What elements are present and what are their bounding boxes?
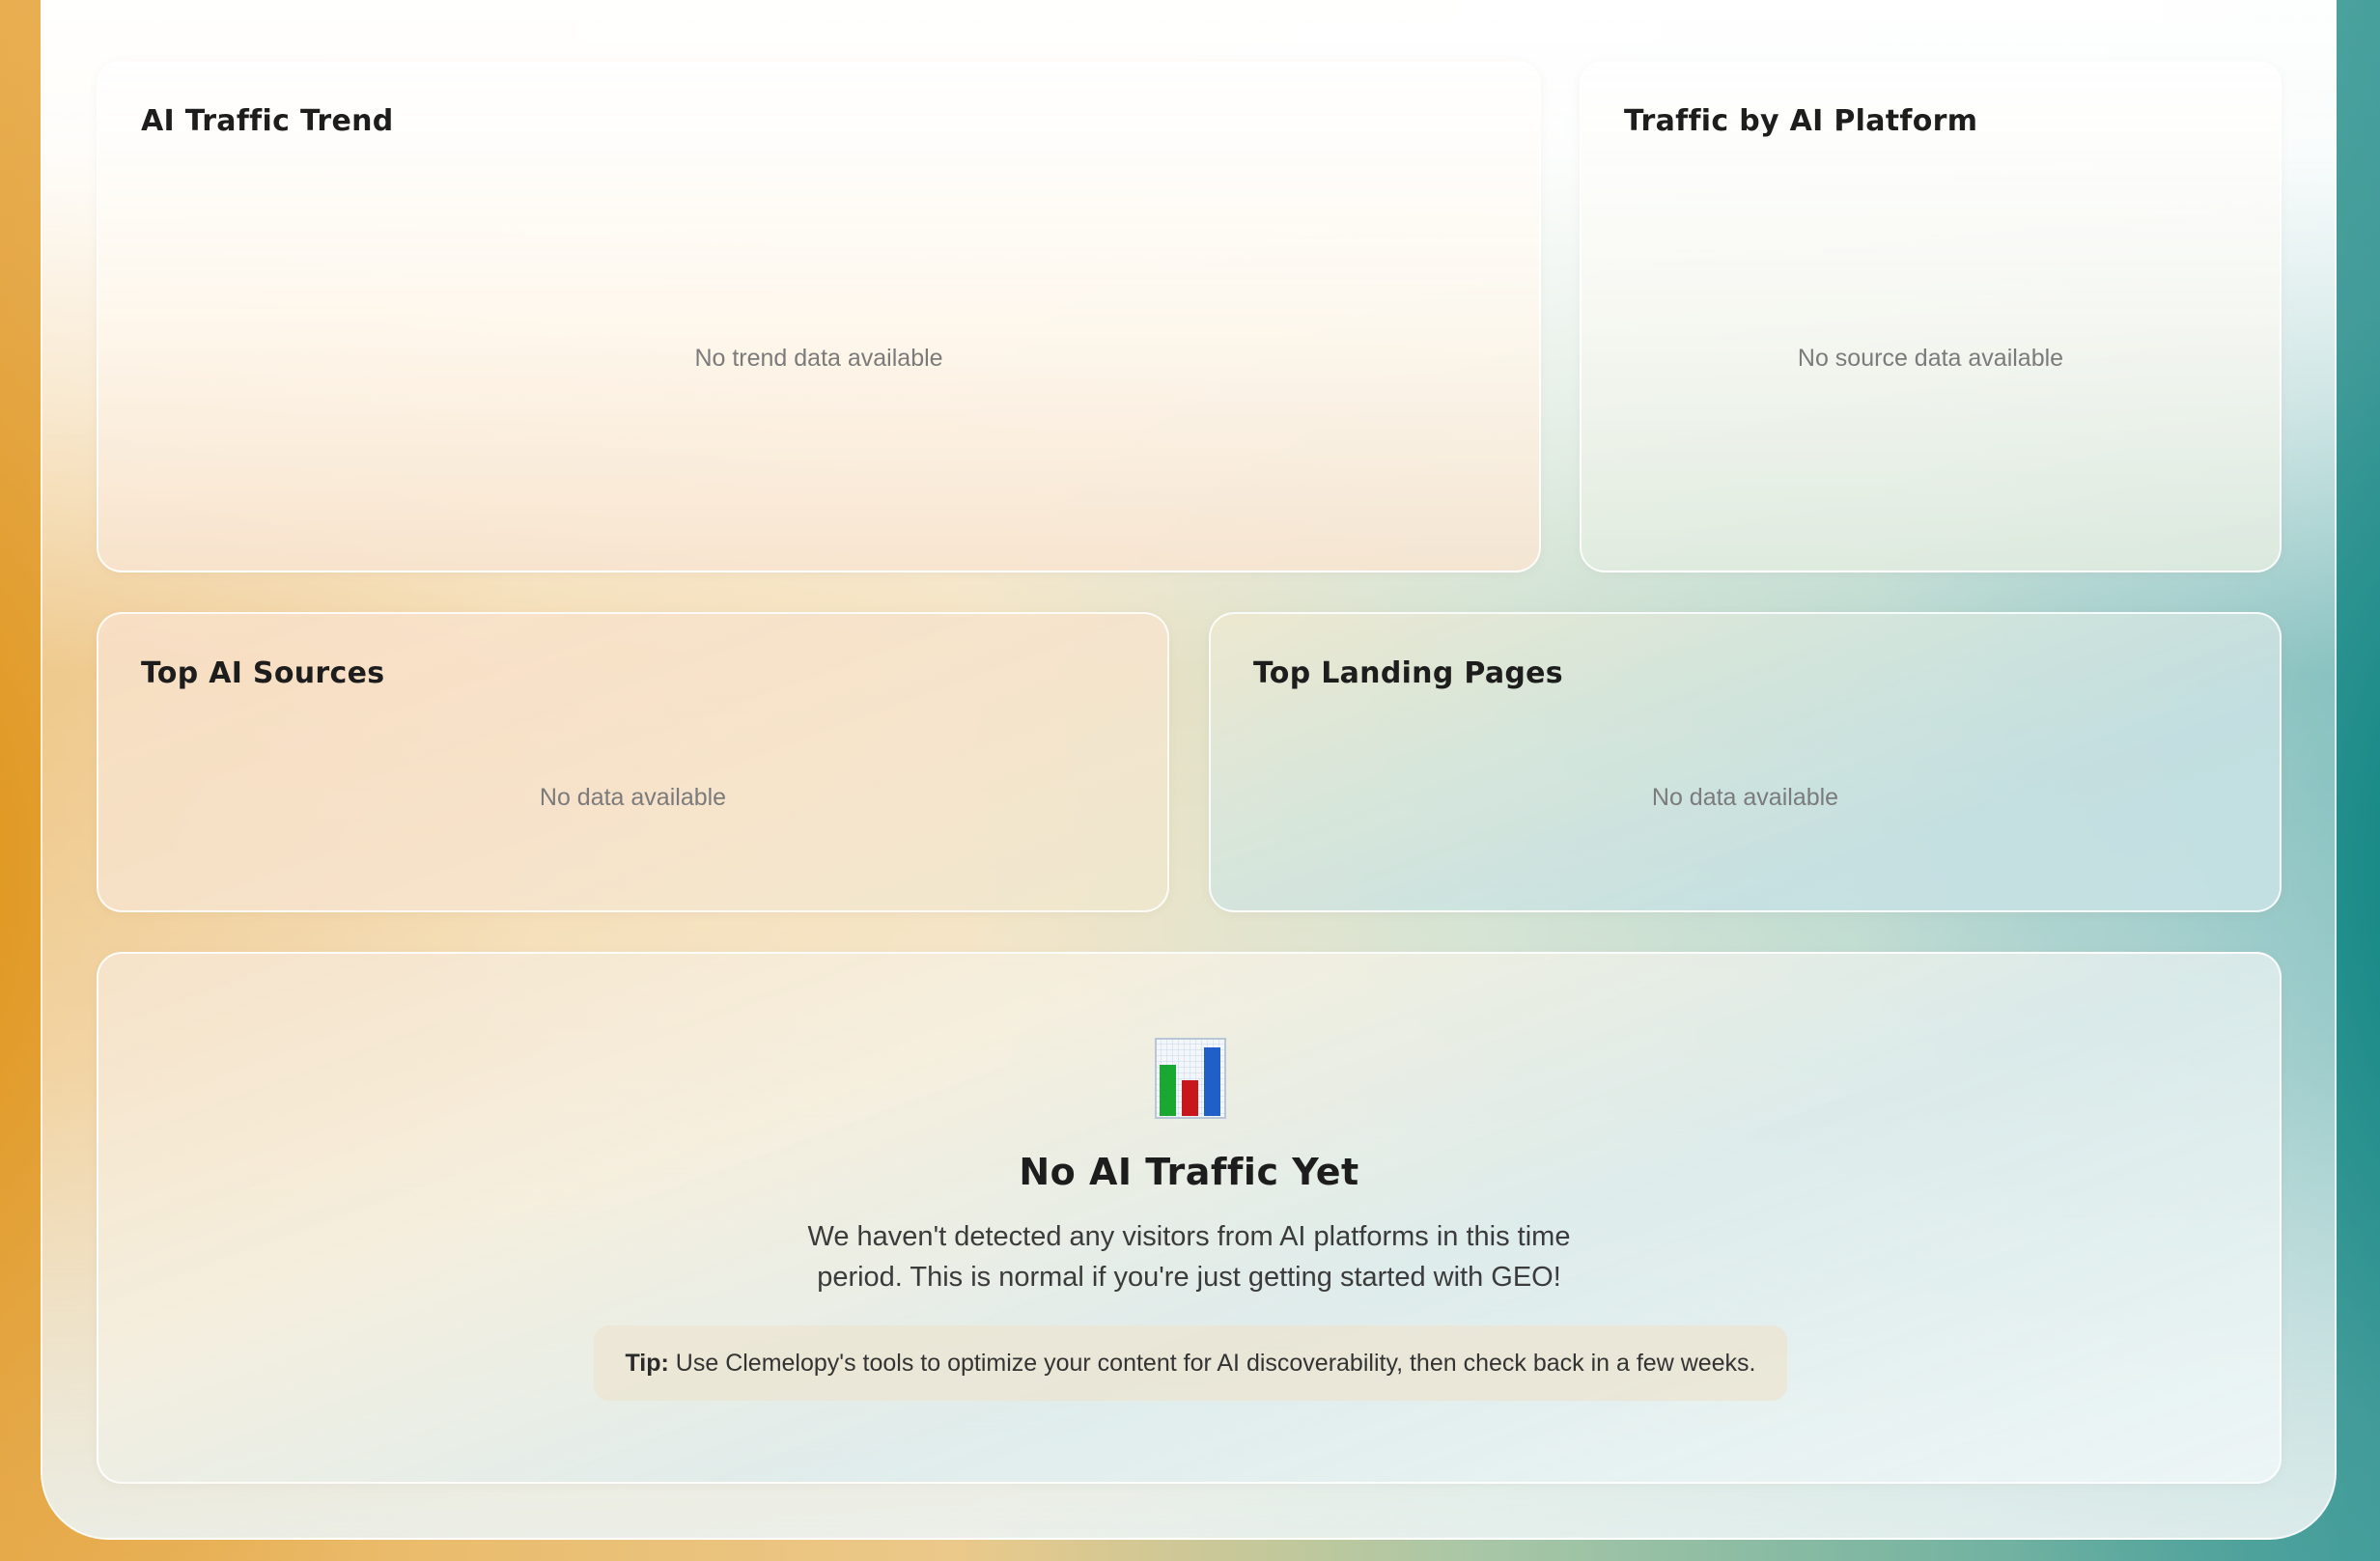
empty-state-description: We haven't detected any visitors from AI… (807, 1221, 1571, 1293)
tip-text: Use Clemelopy's tools to optimize your c… (668, 1350, 1756, 1377)
card-title: Top AI Sources (141, 656, 385, 690)
empty-message: No data available (539, 784, 727, 811)
card-title: AI Traffic Trend (141, 104, 394, 138)
empty-message: No source data available (1797, 345, 2064, 372)
top-landing-pages-card: Top Landing Pages No data available (1209, 612, 2282, 912)
tip-label: Tip: (625, 1350, 669, 1377)
empty-message: No trend data available (694, 345, 943, 372)
traffic-by-platform-card: Traffic by AI Platform No source data av… (1580, 60, 2282, 572)
card-title: Top Landing Pages (1253, 656, 1563, 690)
card-title: Traffic by AI Platform (1624, 104, 1978, 138)
top-ai-sources-card: Top AI Sources No data available (97, 612, 1169, 912)
tip-box: Tip: Use Clemelopy's tools to optimize y… (594, 1325, 1787, 1401)
no-traffic-empty-state: No AI Traffic Yet We haven't detected an… (97, 952, 2282, 1484)
empty-message: No data available (1651, 784, 1839, 811)
bar-chart-icon (1155, 1038, 1226, 1119)
ai-traffic-trend-card: AI Traffic Trend No trend data available (97, 60, 1541, 572)
empty-state-title: No AI Traffic Yet (1019, 1151, 1359, 1193)
